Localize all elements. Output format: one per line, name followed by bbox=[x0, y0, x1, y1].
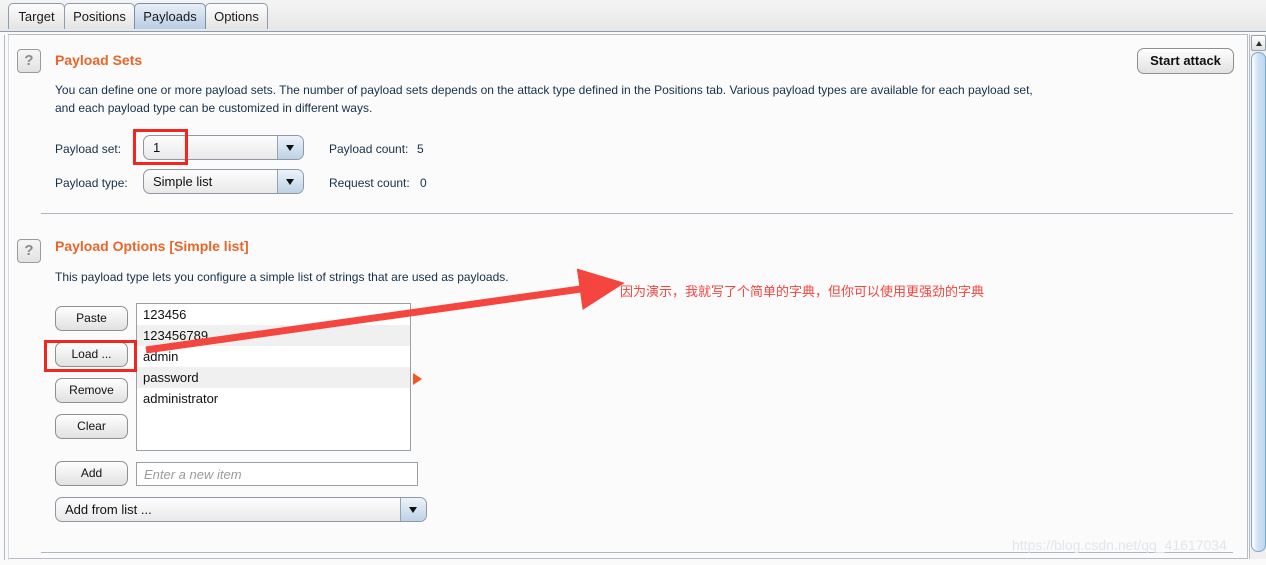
list-item[interactable]: password bbox=[137, 367, 410, 388]
payload-count-label: Payload count: bbox=[329, 142, 409, 156]
payload-set-label: Payload set: bbox=[55, 142, 122, 156]
payload-list[interactable]: 123456 123456789 admin password administ… bbox=[136, 303, 411, 451]
tab-options[interactable]: Options bbox=[205, 3, 268, 29]
new-item-input[interactable]: Enter a new item bbox=[136, 462, 418, 486]
payload-sets-description-line1: You can define one or more payload sets.… bbox=[55, 83, 1033, 97]
payload-set-highlight-box bbox=[133, 129, 188, 165]
payload-options-title: Payload Options [Simple list] bbox=[55, 238, 249, 254]
chevron-down-icon[interactable] bbox=[277, 136, 303, 159]
chevron-down-icon[interactable] bbox=[400, 498, 426, 521]
list-item[interactable]: 123456789 bbox=[137, 325, 410, 346]
payload-count-value: 5 bbox=[417, 142, 424, 156]
new-item-placeholder: Enter a new item bbox=[144, 467, 242, 482]
add-from-list-value: Add from list ... bbox=[65, 502, 152, 517]
start-attack-button[interactable]: Start attack bbox=[1137, 48, 1234, 74]
clear-button[interactable]: Clear bbox=[55, 414, 128, 439]
payload-options-help-icon[interactable]: ? bbox=[17, 239, 41, 263]
chevron-down-icon[interactable] bbox=[277, 170, 303, 193]
request-count-label: Request count: bbox=[329, 176, 410, 190]
remove-button[interactable]: Remove bbox=[55, 378, 128, 403]
payload-options-description: This payload type lets you configure a s… bbox=[55, 270, 509, 284]
list-item[interactable]: admin bbox=[137, 346, 410, 367]
chinese-annotation-text: 因为演示，我就写了个简单的字典，但你可以使用更强劲的字典 bbox=[620, 285, 985, 300]
orange-triangle-marker bbox=[413, 373, 422, 385]
watermark-text: https://blog.csdn.net/qq_41617034 bbox=[1012, 537, 1227, 553]
paste-button[interactable]: Paste bbox=[55, 306, 128, 331]
payload-type-label: Payload type: bbox=[55, 176, 128, 190]
request-count-value: 0 bbox=[420, 176, 427, 190]
payload-type-select[interactable]: Simple list bbox=[143, 169, 304, 194]
section-divider-top bbox=[41, 213, 1233, 214]
scroll-up-arrow-icon[interactable] bbox=[1251, 35, 1266, 51]
vertical-scrollbar[interactable] bbox=[1249, 34, 1266, 559]
add-button[interactable]: Add bbox=[55, 461, 128, 486]
list-item[interactable]: 123456 bbox=[137, 304, 410, 325]
tab-positions[interactable]: Positions bbox=[64, 3, 135, 29]
list-item[interactable]: administrator bbox=[137, 388, 410, 409]
load-button-highlight-box bbox=[44, 340, 137, 372]
payload-sets-description-line2: and each payload type can be customized … bbox=[55, 101, 373, 115]
payload-type-value: Simple list bbox=[153, 174, 213, 189]
add-from-list-select[interactable]: Add from list ... bbox=[55, 497, 427, 522]
payload-sets-help-icon[interactable]: ? bbox=[17, 49, 41, 73]
payload-sets-title: Payload Sets bbox=[55, 52, 143, 68]
tab-bar: Target Positions Payloads Options bbox=[0, 0, 1266, 32]
tab-target[interactable]: Target bbox=[8, 3, 65, 29]
tab-payloads[interactable]: Payloads bbox=[134, 3, 206, 29]
scrollbar-thumb[interactable] bbox=[1251, 52, 1266, 552]
